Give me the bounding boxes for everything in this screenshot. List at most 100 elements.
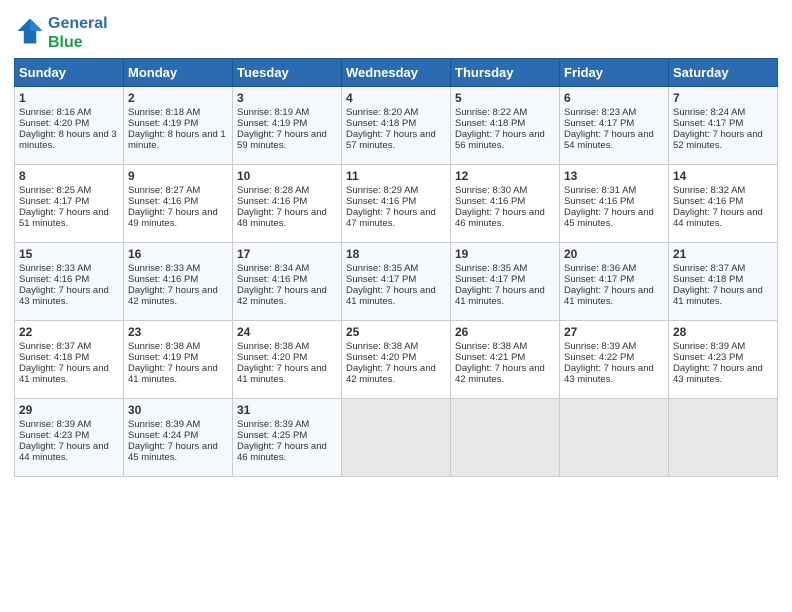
weekday-header-tuesday: Tuesday xyxy=(233,59,342,87)
calendar-cell xyxy=(342,399,451,477)
day-number: 19 xyxy=(455,247,555,261)
sunrise-text: Sunrise: 8:39 AM xyxy=(19,419,91,430)
sunset-text: Sunset: 4:17 PM xyxy=(564,118,634,129)
calendar-week-1: 1Sunrise: 8:16 AMSunset: 4:20 PMDaylight… xyxy=(15,87,778,165)
daylight-text: Daylight: 7 hours and 43 minutes. xyxy=(673,363,763,385)
calendar-cell: 17Sunrise: 8:34 AMSunset: 4:16 PMDayligh… xyxy=(233,243,342,321)
sunset-text: Sunset: 4:17 PM xyxy=(346,274,416,285)
day-number: 21 xyxy=(673,247,773,261)
calendar-cell: 13Sunrise: 8:31 AMSunset: 4:16 PMDayligh… xyxy=(560,165,669,243)
day-number: 1 xyxy=(19,91,119,105)
sunrise-text: Sunrise: 8:39 AM xyxy=(237,419,309,430)
sunrise-text: Sunrise: 8:39 AM xyxy=(128,419,200,430)
logo-text-blue: Blue xyxy=(48,33,108,52)
daylight-text: Daylight: 7 hours and 54 minutes. xyxy=(564,129,654,151)
daylight-text: Daylight: 7 hours and 56 minutes. xyxy=(455,129,545,151)
day-number: 25 xyxy=(346,325,446,339)
calendar-cell: 11Sunrise: 8:29 AMSunset: 4:16 PMDayligh… xyxy=(342,165,451,243)
weekday-header-row: SundayMondayTuesdayWednesdayThursdayFrid… xyxy=(15,59,778,87)
daylight-text: Daylight: 7 hours and 43 minutes. xyxy=(564,363,654,385)
sunset-text: Sunset: 4:16 PM xyxy=(237,274,307,285)
calendar-cell: 24Sunrise: 8:38 AMSunset: 4:20 PMDayligh… xyxy=(233,321,342,399)
sunset-text: Sunset: 4:25 PM xyxy=(237,430,307,441)
sunset-text: Sunset: 4:16 PM xyxy=(128,196,198,207)
calendar-cell: 26Sunrise: 8:38 AMSunset: 4:21 PMDayligh… xyxy=(451,321,560,399)
calendar-cell: 16Sunrise: 8:33 AMSunset: 4:16 PMDayligh… xyxy=(124,243,233,321)
sunrise-text: Sunrise: 8:20 AM xyxy=(346,107,418,118)
sunrise-text: Sunrise: 8:33 AM xyxy=(128,263,200,274)
daylight-text: Daylight: 7 hours and 57 minutes. xyxy=(346,129,436,151)
calendar-cell: 1Sunrise: 8:16 AMSunset: 4:20 PMDaylight… xyxy=(15,87,124,165)
day-number: 9 xyxy=(128,169,228,183)
daylight-text: Daylight: 7 hours and 44 minutes. xyxy=(673,207,763,229)
sunset-text: Sunset: 4:16 PM xyxy=(673,196,743,207)
sunrise-text: Sunrise: 8:34 AM xyxy=(237,263,309,274)
sunrise-text: Sunrise: 8:32 AM xyxy=(673,185,745,196)
daylight-text: Daylight: 7 hours and 41 minutes. xyxy=(19,363,109,385)
daylight-text: Daylight: 7 hours and 42 minutes. xyxy=(455,363,545,385)
sunset-text: Sunset: 4:16 PM xyxy=(237,196,307,207)
day-number: 27 xyxy=(564,325,664,339)
daylight-text: Daylight: 7 hours and 52 minutes. xyxy=(673,129,763,151)
sunset-text: Sunset: 4:16 PM xyxy=(19,274,89,285)
calendar-cell: 15Sunrise: 8:33 AMSunset: 4:16 PMDayligh… xyxy=(15,243,124,321)
daylight-text: Daylight: 7 hours and 41 minutes. xyxy=(564,285,654,307)
calendar-cell: 8Sunrise: 8:25 AMSunset: 4:17 PMDaylight… xyxy=(15,165,124,243)
sunrise-text: Sunrise: 8:18 AM xyxy=(128,107,200,118)
sunset-text: Sunset: 4:18 PM xyxy=(19,352,89,363)
day-number: 5 xyxy=(455,91,555,105)
weekday-header-thursday: Thursday xyxy=(451,59,560,87)
sunrise-text: Sunrise: 8:38 AM xyxy=(237,341,309,352)
calendar-cell xyxy=(560,399,669,477)
sunset-text: Sunset: 4:16 PM xyxy=(346,196,416,207)
calendar-cell: 9Sunrise: 8:27 AMSunset: 4:16 PMDaylight… xyxy=(124,165,233,243)
sunset-text: Sunset: 4:16 PM xyxy=(564,196,634,207)
daylight-text: Daylight: 7 hours and 41 minutes. xyxy=(455,285,545,307)
daylight-text: Daylight: 7 hours and 46 minutes. xyxy=(455,207,545,229)
sunrise-text: Sunrise: 8:28 AM xyxy=(237,185,309,196)
calendar-cell xyxy=(669,399,778,477)
sunset-text: Sunset: 4:24 PM xyxy=(128,430,198,441)
day-number: 12 xyxy=(455,169,555,183)
sunset-text: Sunset: 4:17 PM xyxy=(673,118,743,129)
daylight-text: Daylight: 7 hours and 45 minutes. xyxy=(128,441,218,463)
sunrise-text: Sunrise: 8:19 AM xyxy=(237,107,309,118)
sunset-text: Sunset: 4:19 PM xyxy=(128,118,198,129)
day-number: 13 xyxy=(564,169,664,183)
sunrise-text: Sunrise: 8:22 AM xyxy=(455,107,527,118)
sunset-text: Sunset: 4:18 PM xyxy=(346,118,416,129)
calendar-cell: 3Sunrise: 8:19 AMSunset: 4:19 PMDaylight… xyxy=(233,87,342,165)
day-number: 15 xyxy=(19,247,119,261)
calendar-cell: 5Sunrise: 8:22 AMSunset: 4:18 PMDaylight… xyxy=(451,87,560,165)
daylight-text: Daylight: 7 hours and 49 minutes. xyxy=(128,207,218,229)
day-number: 24 xyxy=(237,325,337,339)
page-container: General Blue SundayMondayTuesdayWednesda… xyxy=(0,0,792,487)
calendar-cell: 14 Sunrise: 8:32 AMSunset: 4:16 PMDayligh… xyxy=(669,165,778,243)
sunset-text: Sunset: 4:20 PM xyxy=(237,352,307,363)
sunset-text: Sunset: 4:16 PM xyxy=(455,196,525,207)
sunrise-text: Sunrise: 8:30 AM xyxy=(455,185,527,196)
daylight-text: Daylight: 7 hours and 42 minutes. xyxy=(237,285,327,307)
weekday-header-saturday: Saturday xyxy=(669,59,778,87)
calendar-cell: 29Sunrise: 8:39 AMSunset: 4:23 PMDayligh… xyxy=(15,399,124,477)
sunrise-text: Sunrise: 8:31 AM xyxy=(564,185,636,196)
day-number: 26 xyxy=(455,325,555,339)
calendar-cell: 19Sunrise: 8:35 AMSunset: 4:17 PMDayligh… xyxy=(451,243,560,321)
sunrise-text: Sunrise: 8:23 AM xyxy=(564,107,636,118)
sunset-text: Sunset: 4:18 PM xyxy=(673,274,743,285)
calendar-cell: 27Sunrise: 8:39 AMSunset: 4:22 PMDayligh… xyxy=(560,321,669,399)
day-number: 31 xyxy=(237,403,337,417)
calendar-cell: 25Sunrise: 8:38 AMSunset: 4:20 PMDayligh… xyxy=(342,321,451,399)
logo: General Blue xyxy=(14,14,108,52)
day-number: 6 xyxy=(564,91,664,105)
daylight-text: Daylight: 8 hours and 3 minutes. xyxy=(19,129,117,151)
day-number: 14 xyxy=(673,169,773,183)
daylight-text: Daylight: 7 hours and 46 minutes. xyxy=(237,441,327,463)
weekday-header-sunday: Sunday xyxy=(15,59,124,87)
daylight-text: Daylight: 7 hours and 43 minutes. xyxy=(19,285,109,307)
daylight-text: Daylight: 7 hours and 41 minutes. xyxy=(673,285,763,307)
weekday-header-monday: Monday xyxy=(124,59,233,87)
sunrise-text: Sunrise: 8:35 AM xyxy=(455,263,527,274)
sunrise-text: Sunrise: 8:38 AM xyxy=(346,341,418,352)
daylight-text: Daylight: 7 hours and 42 minutes. xyxy=(346,363,436,385)
